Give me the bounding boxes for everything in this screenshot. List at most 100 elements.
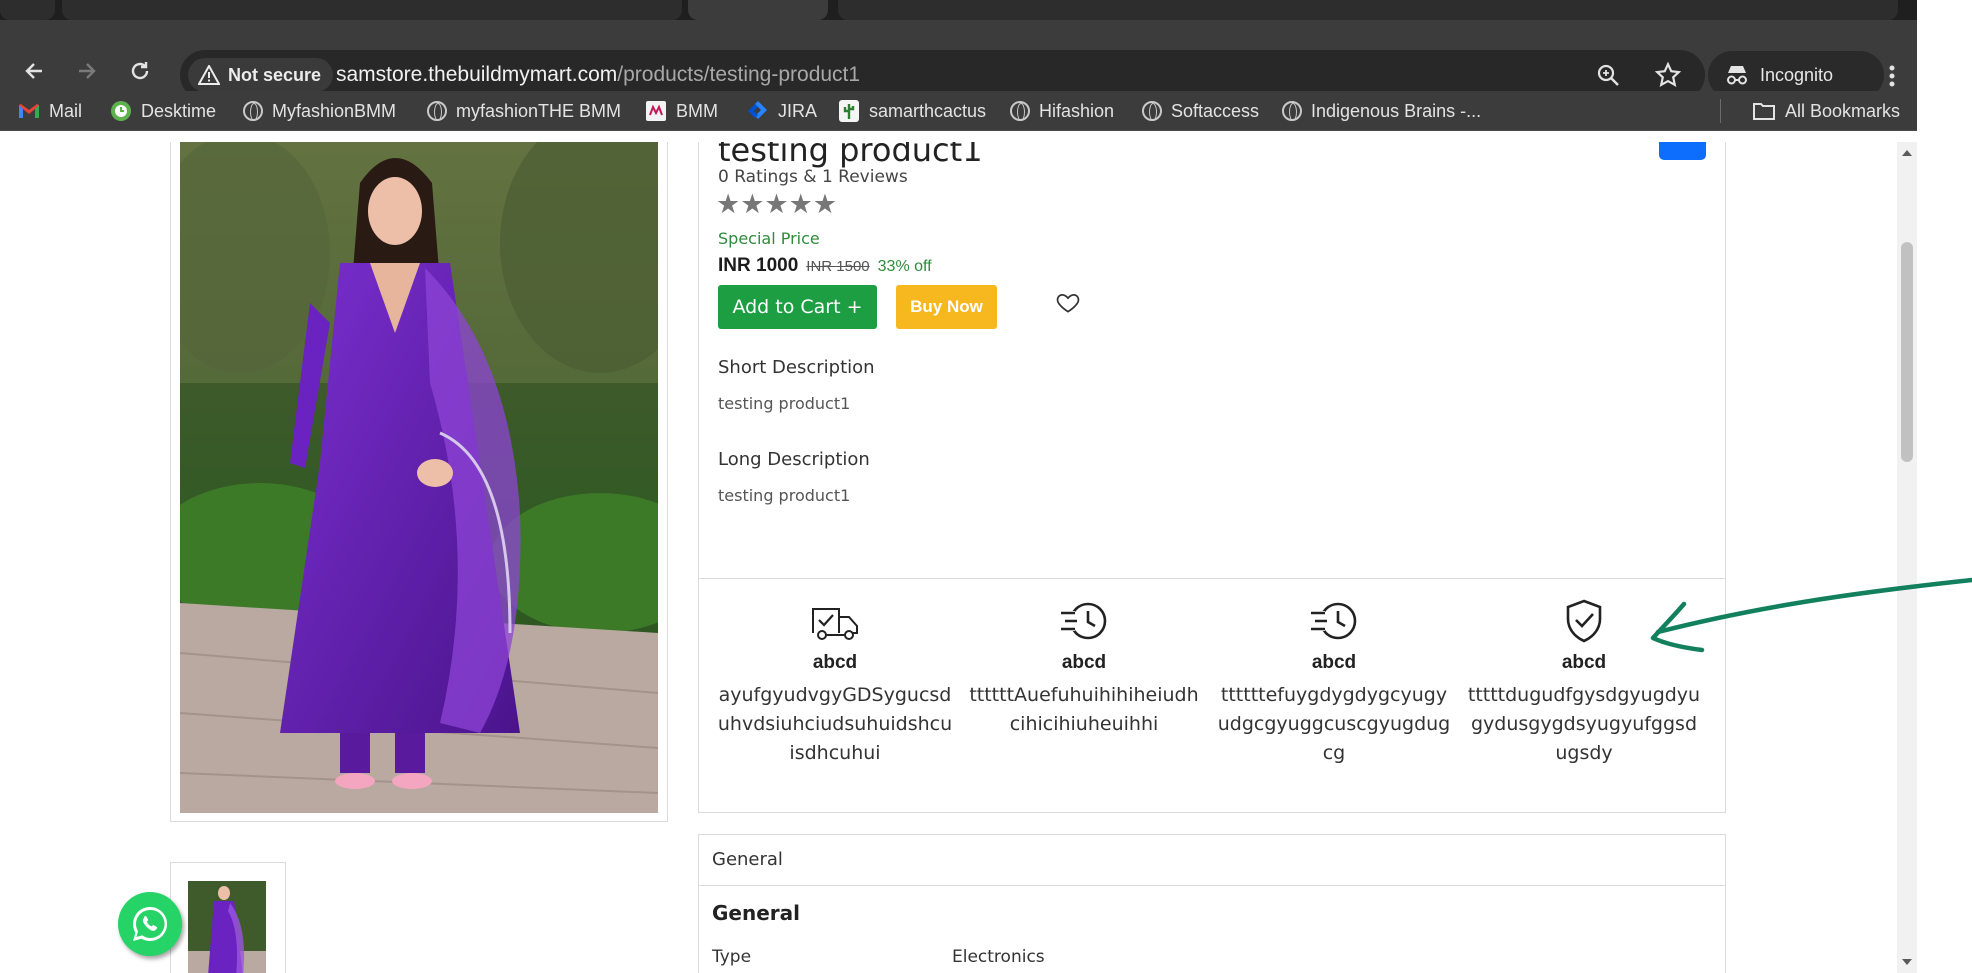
thumbnail-photo [188,881,266,973]
discount-badge: 33% off [877,258,932,275]
desktime-icon [111,101,131,121]
feature-text: ayufgyudvgyGDSygucsduhvdsiuhciudsuhuidsh… [717,684,953,764]
forward-button[interactable] [70,54,104,88]
product-photo [180,142,658,813]
bookmark-label: myfashionTHE BMM [456,100,622,121]
security-label: Not secure [228,64,322,85]
whatsapp-chat-button[interactable] [118,892,182,956]
scroll-up-arrow[interactable] [1902,150,1912,156]
product-thumbnail[interactable] [188,881,266,973]
buy-now-button[interactable]: Buy Now [896,285,997,329]
bookmark-myfashionthebmm[interactable]: myfashionTHE BMM [427,97,621,125]
globe-icon [427,101,447,121]
bookmark-indigenous-brains[interactable]: Indigenous Brains -... [1282,97,1481,125]
product-image[interactable] [180,142,658,813]
long-description-text: testing product1 [718,486,851,505]
page-viewport: testing product1 0 Ratings & 1 Reviews ★… [0,142,1897,973]
delivery-truck-icon [812,608,858,640]
bookmark-label: Mail [49,100,83,121]
bmm-icon [646,101,666,121]
url-host: samstore.thebuildmymart.com [336,63,618,86]
bookmark-bmm[interactable]: BMM [645,97,718,125]
ratings-summary[interactable]: 0 Ratings & 1 Reviews [718,167,908,187]
page-scrollbar[interactable] [1897,142,1917,973]
folder-icon [1753,103,1775,120]
price-row: INR 1000 INR 1500 33% off [718,255,932,277]
back-arrow-icon [25,63,42,79]
product-title: testing product1 [718,142,983,169]
browser-window: Not secure samstore.thebuildmymart.com/p… [0,0,1972,973]
back-button[interactable] [17,54,51,88]
fast-history-icon [1059,602,1107,640]
reload-icon [131,62,149,80]
bookmark-samarthcactus[interactable]: samarthcactus [838,97,986,125]
specifications-card: General General Type Electronics [698,834,1726,973]
tab-active[interactable] [688,0,828,20]
tab-strip [0,0,1917,20]
tab-group[interactable] [62,0,682,20]
shield-check-icon [1566,599,1602,643]
sale-price: INR 1000 [718,255,799,276]
feature-title: abcd [812,652,858,673]
forward-arrow-icon [79,63,96,79]
outside-area [1917,0,1972,973]
bookmark-myfashionbmm[interactable]: MyfashionBMM [243,97,396,125]
bookmark-label: MyfashionBMM [272,100,397,121]
bookmark-label: JIRA [778,100,818,121]
feature-title: abcd [1061,652,1107,673]
bookmarks-bar: Mail Desktime MyfashionBMM myfashionTHE … [0,91,1917,131]
bookmark-desktime[interactable]: Desktime [110,97,216,125]
whatsapp-icon [133,906,168,941]
bookmark-label: Softaccess [1171,100,1260,121]
bookmark-hifashion[interactable]: Hifashion [1010,97,1114,125]
globe-icon [1282,101,1302,121]
special-price-label: Special Price [718,229,820,248]
feature-text: ttttttefuygdygdygcyugyudgcgyuggcuscgyugd… [1217,684,1451,764]
short-description-heading: Short Description [718,357,875,378]
tab-pinned[interactable] [0,0,55,20]
all-bookmarks-label: All Bookmarks [1785,100,1901,121]
star-outline-icon [1655,62,1681,87]
scroll-down-arrow[interactable] [1902,959,1912,965]
incognito-icon [1727,66,1747,85]
wishlist-button[interactable] [1055,290,1081,316]
fast-history-icon [1309,602,1357,640]
security-chip[interactable]: Not secure [188,58,334,92]
feature-text: ttttttAuefuhuihihiheiudhcihicihiuheuihhi [969,684,1199,735]
zoom-button[interactable] [1593,60,1623,90]
cactus-icon [839,100,859,122]
bookmark-label: samarthcactus [869,100,987,121]
bookmark-label: Indigenous Brains -... [1311,100,1482,121]
gmail-icon [19,104,39,118]
share-button[interactable] [1659,142,1706,160]
bookmark-jira[interactable]: JIRA [747,97,817,125]
bookmark-star-button[interactable] [1653,60,1683,90]
all-bookmarks-button[interactable]: All Bookmarks [1752,97,1900,125]
add-to-cart-button[interactable]: Add to Cart + [718,285,877,329]
scroll-thumb[interactable] [1901,242,1913,462]
spec-label: Type [712,947,752,967]
spec-value: Electronics [952,947,1045,967]
spec-tab-general[interactable]: General [699,835,1725,886]
feature-text: tttttdugudfgysdgyugdyugydusgygdsyugyufgg… [1467,684,1701,764]
url-path: /products/testing-product1 [617,63,861,86]
product-thumbnail-card [170,862,286,973]
zoom-icon [1597,64,1619,86]
bookmark-mail[interactable]: Mail [18,97,82,125]
feature-title: abcd [1311,652,1357,673]
bookmark-label: BMM [676,100,718,121]
features-card: abcd ayufgyudvgyGDSygucsduhvdsiuhciudsuh… [698,578,1726,813]
product-image-card [170,142,668,822]
spec-section-title: General [712,901,800,925]
heart-icon [1056,294,1080,313]
rating-stars[interactable]: ★★★★★ [716,189,837,220]
tab-group-right[interactable] [838,0,1898,20]
incognito-label: Incognito [1760,64,1834,85]
reload-button[interactable] [123,54,157,88]
long-description-heading: Long Description [718,449,870,470]
bookmarks-divider [1720,99,1721,123]
browser-menu-button[interactable] [1880,56,1904,96]
short-description-text: testing product1 [718,394,851,413]
bookmark-label: Desktime [141,100,217,121]
bookmark-softaccess[interactable]: Softaccess [1142,97,1259,125]
